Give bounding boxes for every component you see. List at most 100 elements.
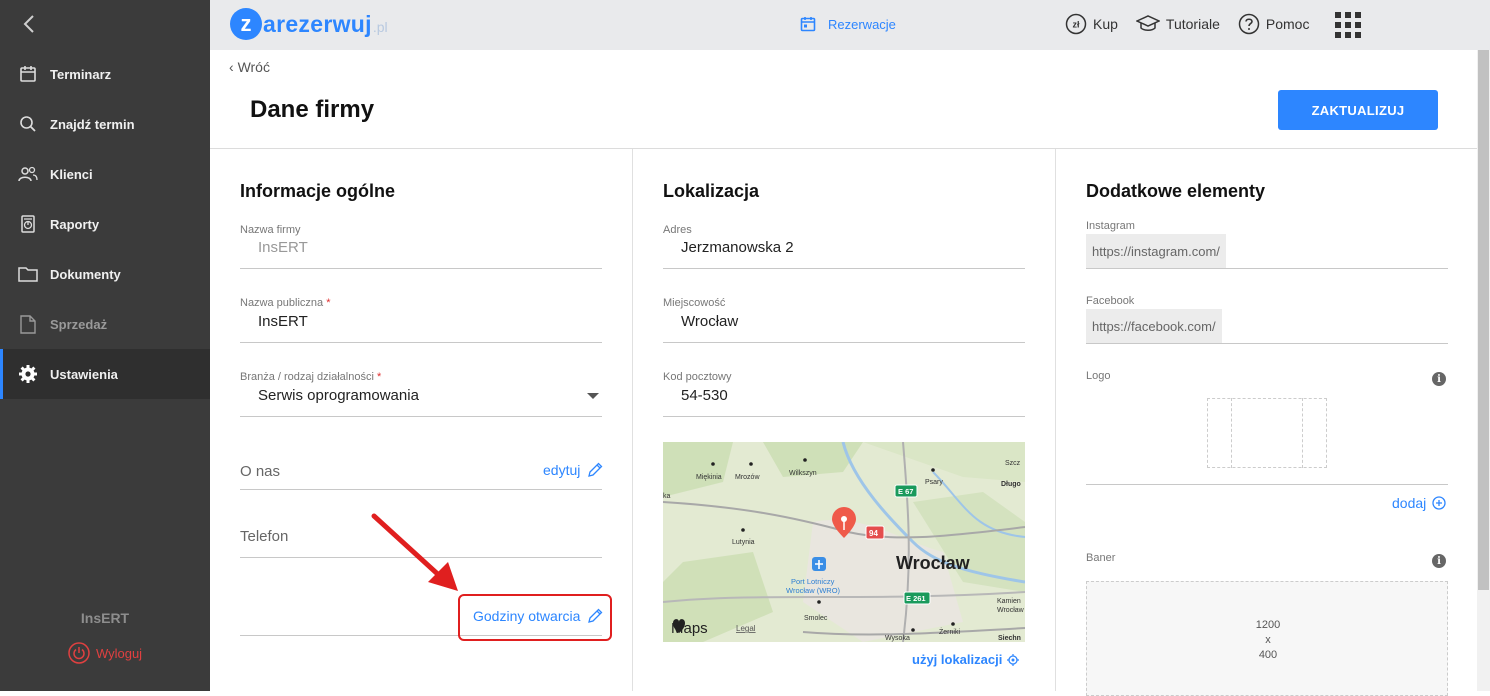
- back-link[interactable]: ‹ Wróć: [229, 59, 270, 75]
- facebook-input[interactable]: [1230, 309, 1448, 343]
- document-icon: [18, 314, 38, 334]
- field-underline: [1086, 484, 1448, 485]
- required-mark: *: [376, 371, 382, 383]
- update-button[interactable]: ZAKTUALIZUJ: [1278, 90, 1438, 130]
- logo-placeholder-inner: [1231, 398, 1303, 468]
- top-bar: z arezerwuj .pl Rezerwacje zł Kup Tutori…: [210, 0, 1490, 50]
- about-edit-link[interactable]: edytuj: [543, 462, 603, 478]
- tutorials-link[interactable]: Tutoriale: [1135, 14, 1220, 34]
- map-road-label: E 261: [906, 594, 926, 603]
- scrollbar-thumb[interactable]: [1478, 50, 1489, 590]
- top-actions: zł Kup Tutoriale Pomoc: [1065, 13, 1327, 35]
- highlight-box: [458, 594, 612, 641]
- sidebar-item-sprzedaz[interactable]: Sprzedaż: [0, 299, 210, 349]
- annotation-arrow-icon: [371, 513, 458, 591]
- map-legal-link: Legal: [736, 624, 756, 633]
- add-logo-label: dodaj: [1392, 495, 1427, 511]
- banner-x: x: [1265, 634, 1271, 646]
- map-label: Długo: [1001, 481, 1021, 488]
- help-link[interactable]: Pomoc: [1238, 13, 1310, 35]
- banner-placeholder[interactable]: 1200 x 400: [1086, 581, 1448, 696]
- field-underline: [240, 416, 602, 417]
- sidebar-item-label: Raporty: [50, 216, 100, 232]
- banner-label: Baner: [1086, 552, 1116, 564]
- back-label: Wróć: [237, 59, 270, 75]
- sidebar-item-label: Znajdź termin: [50, 116, 135, 132]
- logo-placeholder[interactable]: [1207, 398, 1327, 468]
- map-label: Wysoka: [885, 635, 910, 642]
- company-name: InsERT: [80, 610, 130, 626]
- collapse-sidebar-icon[interactable]: [18, 12, 42, 36]
- address-label: Adres: [663, 224, 692, 236]
- map-label: Szcz: [1005, 460, 1021, 467]
- sidebar-item-klienci[interactable]: Klienci: [0, 149, 210, 199]
- public-name-field[interactable]: InsERT: [258, 313, 308, 330]
- gear-icon: [18, 364, 38, 384]
- sidebar: Terminarz Znajdź termin Klienci Raporty …: [0, 0, 210, 691]
- report-icon: [18, 214, 38, 234]
- column-divider: [1055, 149, 1056, 691]
- public-name-label-text: Nazwa publiczna: [240, 297, 324, 309]
- info-icon[interactable]: i: [1432, 372, 1446, 386]
- phone-label: Telefon: [240, 528, 289, 545]
- sidebar-item-terminarz[interactable]: Terminarz: [0, 49, 210, 99]
- logout-label: Wyloguj: [95, 645, 143, 661]
- app-logo[interactable]: z arezerwuj .pl: [230, 8, 388, 40]
- banner-width: 1200: [1255, 619, 1281, 631]
- company-name-field: InsERT: [258, 239, 308, 256]
- sidebar-item-ustawienia[interactable]: Ustawienia: [0, 349, 210, 399]
- calendar-icon: [18, 64, 38, 84]
- field-underline: [663, 342, 1025, 343]
- tutorials-label: Tutoriale: [1165, 16, 1220, 32]
- help-label: Pomoc: [1265, 16, 1310, 32]
- nav-rezerwacje[interactable]: Rezerwacje: [800, 16, 896, 32]
- sidebar-item-label: Klienci: [50, 166, 93, 182]
- address-field[interactable]: Jerzmanowska 2: [681, 239, 794, 256]
- map-label: Smolec: [804, 615, 828, 622]
- map-label: Miękinia: [696, 474, 722, 481]
- search-icon: [18, 114, 38, 134]
- field-underline: [663, 268, 1025, 269]
- map-label: Mrozów: [735, 474, 760, 481]
- map-label: ka: [663, 493, 671, 500]
- map-city-label: Wrocław: [896, 553, 971, 573]
- use-location-link[interactable]: użyj lokalizacji: [912, 652, 1020, 667]
- logout-button[interactable]: Wyloguj: [0, 642, 210, 664]
- industry-select[interactable]: Serwis oprogramowania: [258, 387, 419, 404]
- sidebar-item-raporty[interactable]: Raporty: [0, 199, 210, 249]
- industry-label-text: Branża / rodzaj działalności: [240, 371, 374, 383]
- logo-badge: z: [230, 8, 262, 40]
- map-label: Siechn: [998, 635, 1021, 642]
- sidebar-item-label: Dokumenty: [50, 266, 121, 282]
- graduation-cap-icon: [1135, 15, 1160, 31]
- city-field[interactable]: Wrocław: [681, 313, 738, 330]
- company-name-label: Nazwa firmy: [240, 224, 301, 236]
- pencil-icon: [588, 462, 603, 477]
- apps-grid-icon[interactable]: [1335, 12, 1361, 43]
- location-map[interactable]: Miękinia Mrozów Wilkszyn Psary Lutynia S…: [663, 442, 1025, 642]
- instagram-prefix: https://instagram.com/: [1086, 234, 1226, 268]
- add-logo-link[interactable]: dodaj: [1392, 495, 1446, 511]
- instagram-label: Instagram: [1086, 220, 1135, 232]
- postal-code-field[interactable]: 54-530: [681, 387, 728, 404]
- sidebar-item-dokumenty[interactable]: Dokumenty: [0, 249, 210, 299]
- map-label: Psary: [925, 479, 943, 486]
- required-mark: *: [326, 297, 331, 309]
- instagram-input[interactable]: [1230, 234, 1448, 268]
- logo-tld: .pl: [372, 19, 388, 35]
- logo-label: Logo: [1086, 370, 1111, 382]
- sidebar-item-znajdz-termin[interactable]: Znajdź termin: [0, 99, 210, 149]
- sidebar-item-label: Sprzedaż: [50, 316, 108, 332]
- chevron-down-icon[interactable]: [587, 393, 599, 399]
- general-section-title: Informacje ogólne: [240, 181, 396, 201]
- buy-link[interactable]: zł Kup: [1065, 13, 1118, 35]
- info-icon[interactable]: i: [1432, 554, 1446, 568]
- use-location-label: użyj lokalizacji: [912, 652, 1003, 667]
- map-road-label: 94: [869, 529, 878, 538]
- map-label: Lutynia: [732, 539, 755, 546]
- field-underline: [240, 268, 602, 269]
- plus-circle-icon: [1432, 496, 1446, 510]
- coin-icon-text: zł: [1072, 20, 1080, 30]
- about-label: O nas: [240, 463, 281, 480]
- sidebar-item-label: Terminarz: [50, 66, 112, 82]
